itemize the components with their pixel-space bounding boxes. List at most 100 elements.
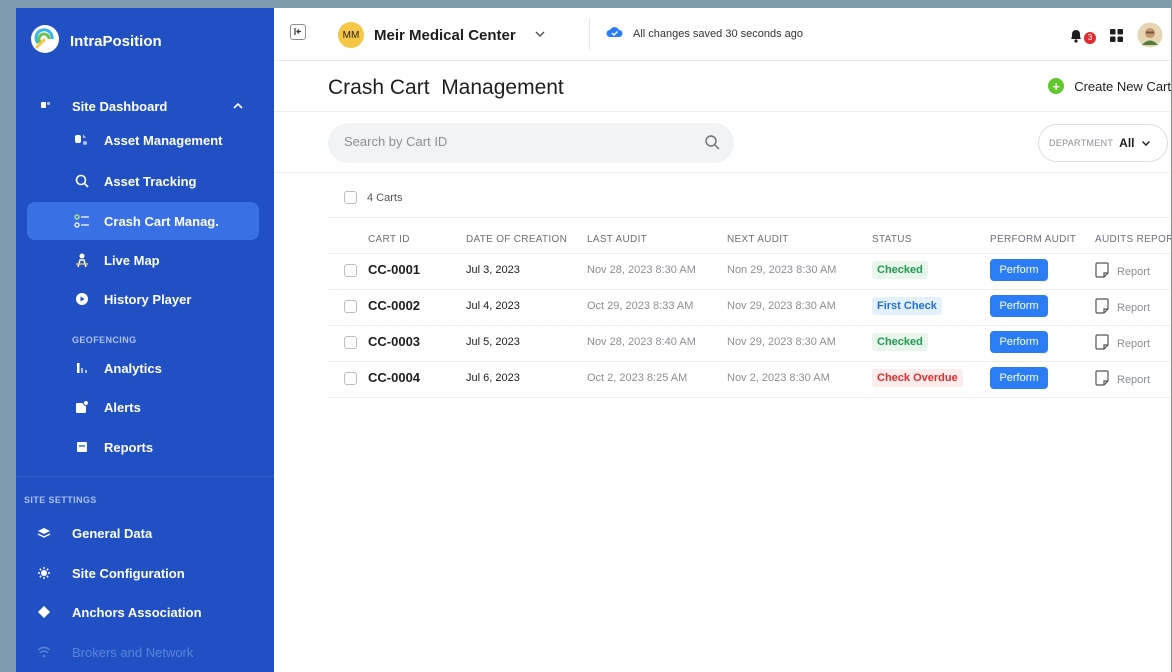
status-badge: Check Overdue [872, 369, 963, 387]
table-row[interactable]: CC-0001 Jul 3, 2023 Nov 28, 2023 8:30 AM… [328, 253, 1171, 290]
top-icons: 3 [1069, 22, 1163, 53]
last-audit: Oct 2, 2023 8:25 AM [587, 372, 688, 384]
perform-audit-button[interactable]: Perform [990, 331, 1048, 353]
column-header-audits-report[interactable]: AUDITS REPORT [1095, 234, 1171, 245]
row-checkbox[interactable] [344, 264, 357, 277]
row-checkbox[interactable] [344, 336, 357, 349]
sidebar-item-site-dashboard[interactable]: Site Dashboard [16, 87, 274, 125]
department-value: All [1119, 136, 1135, 150]
next-audit: Nov 29, 2023 8:30 AM [727, 300, 836, 312]
bell-icon[interactable] [1069, 28, 1083, 48]
plus-icon: + [1048, 78, 1065, 94]
search-icon[interactable] [704, 134, 720, 155]
perform-audit-button[interactable]: Perform [990, 295, 1048, 317]
report-label: Report [1117, 301, 1151, 314]
perform-audit-button[interactable]: Perform [990, 259, 1048, 281]
audit-report-link[interactable]: Report [1095, 370, 1150, 389]
sidebar-item-label: Analytics [104, 360, 162, 376]
cloud-check-icon [606, 26, 623, 41]
sidebar-divider [16, 476, 274, 477]
brand[interactable]: IntraPosition [30, 24, 162, 59]
sidebar-item-label: Anchors Association [72, 604, 202, 620]
sidebar-item-label: Alerts [104, 399, 141, 415]
sidebar-item-brokers-network[interactable]: Brokers and Network [16, 633, 274, 671]
table-row[interactable]: CC-0003 Jul 5, 2023 Nov 28, 2023 8:40 AM… [328, 325, 1171, 362]
anchor-icon [34, 602, 54, 622]
select-all-checkbox[interactable] [344, 191, 357, 204]
perform-audit-button[interactable]: Perform [990, 367, 1048, 389]
sidebar-item-live-map[interactable]: Live Map [16, 241, 274, 279]
organization-selector[interactable]: MM Meir Medical Center [338, 22, 546, 48]
report-label: Report [1117, 265, 1151, 278]
table-row[interactable]: CC-0004 Jul 6, 2023 Oct 2, 2023 8:25 AM … [328, 361, 1171, 398]
bar-chart-icon [72, 358, 92, 378]
sidebar-item-label: Brokers and Network [72, 644, 194, 660]
cart-id: CC-0001 [368, 262, 421, 277]
column-header-next-audit[interactable]: NEXT AUDIT [727, 234, 789, 245]
document-icon [1095, 334, 1109, 353]
apps-grid-icon[interactable] [1110, 28, 1123, 47]
section-label-geofencing: GEOFENCING [72, 335, 137, 345]
chevron-up-icon[interactable] [232, 99, 244, 113]
save-status: All changes saved 30 seconds ago [606, 26, 803, 41]
document-icon [1095, 298, 1109, 317]
status-badge: First Check [872, 297, 942, 315]
column-header-cart-id[interactable]: CART ID [368, 234, 410, 245]
intraposition-logo-icon [30, 24, 60, 59]
sidebar-item-site-configuration[interactable]: Site Configuration [16, 554, 274, 592]
topbar-divider [589, 18, 590, 50]
document-icon [1095, 370, 1109, 389]
date-of-creation: Jul 3, 2023 [466, 264, 520, 276]
cart-id: CC-0002 [368, 298, 421, 313]
sidebar: IntraPosition Site Dashboard Asset Manag… [16, 8, 274, 672]
audit-report-link[interactable]: Report [1095, 298, 1150, 317]
department-filter[interactable]: DEPARTMENT All [1038, 124, 1168, 162]
asset-management-icon [72, 130, 92, 150]
list-icon [72, 211, 92, 231]
count-divider [328, 217, 1171, 218]
table-row[interactable]: CC-0002 Jul 4, 2023 Oct 29, 2023 8:33 AM… [328, 289, 1171, 326]
sidebar-item-history-player[interactable]: History Player [16, 280, 274, 318]
report-label: Report [1117, 337, 1151, 350]
next-audit: Nov 2, 2023 8:30 AM [727, 372, 830, 384]
select-all-row: 4 Carts [344, 191, 402, 204]
column-header-date-of-creation[interactable]: DATE OF CREATION [466, 234, 567, 245]
sidebar-item-asset-tracking[interactable]: Asset Tracking [16, 162, 274, 200]
date-of-creation: Jul 6, 2023 [466, 372, 520, 384]
sidebar-item-label: General Data [72, 525, 153, 541]
sidebar-item-anchors-association[interactable]: Anchors Association [16, 593, 274, 631]
row-checkbox[interactable] [344, 372, 357, 385]
last-audit: Nov 28, 2023 8:40 AM [587, 336, 696, 348]
collapse-sidebar-button[interactable] [290, 24, 306, 40]
sidebar-item-crash-cart[interactable]: Crash Cart Manag. [27, 202, 259, 240]
gear-icon [34, 563, 54, 583]
sidebar-item-general-data[interactable]: General Data [16, 514, 274, 552]
alert-icon [72, 397, 92, 417]
next-audit: Non 29, 2023 8:30 AM [727, 264, 837, 276]
last-audit: Oct 29, 2023 8:33 AM [587, 300, 694, 312]
chevron-down-icon [534, 29, 546, 41]
sidebar-item-reports[interactable]: Reports [16, 428, 274, 466]
search-input[interactable] [342, 133, 686, 150]
report-icon [72, 437, 92, 457]
layers-icon [34, 523, 54, 543]
sidebar-item-label: Site Configuration [72, 565, 185, 581]
column-header-last-audit[interactable]: LAST AUDIT [587, 234, 647, 245]
chevron-down-icon [1141, 134, 1151, 152]
sidebar-item-analytics[interactable]: Analytics [16, 349, 274, 387]
search-box [328, 123, 734, 163]
audit-report-link[interactable]: Report [1095, 262, 1150, 281]
report-label: Report [1117, 373, 1151, 386]
column-header-status[interactable]: STATUS [872, 234, 912, 245]
column-header-perform-audit[interactable]: PERFORM AUDIT [990, 234, 1076, 245]
sidebar-item-alerts[interactable]: Alerts [16, 388, 274, 426]
search-icon [72, 171, 92, 191]
row-checkbox[interactable] [344, 300, 357, 313]
create-new-cart-label: Create New Cart [1074, 78, 1171, 94]
collapse-arrow-icon [293, 27, 303, 38]
cart-count: 4 Carts [367, 191, 403, 204]
audit-report-link[interactable]: Report [1095, 334, 1150, 353]
sidebar-item-asset-management[interactable]: Asset Management [16, 121, 274, 159]
user-avatar[interactable] [1137, 22, 1163, 53]
create-new-cart-button[interactable]: + Create New Cart [1048, 78, 1171, 94]
